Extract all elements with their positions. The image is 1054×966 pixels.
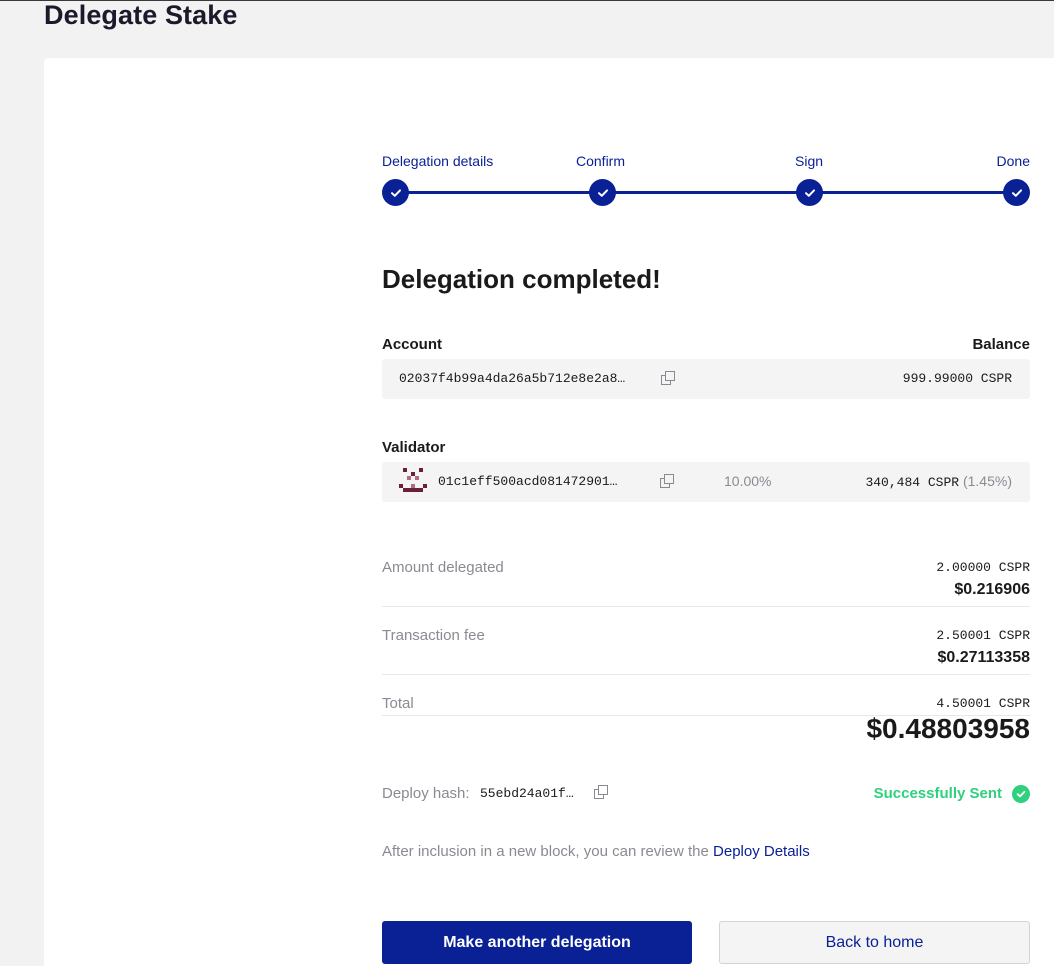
amount-delegated-label: Amount delegated [382, 559, 504, 576]
balance-label: Balance [972, 336, 1030, 353]
step-check-icon [1003, 179, 1030, 206]
total-value: 4.50001 CSPR $0.48803958 [866, 696, 1030, 745]
amount-delegated-cspr: 2.00000 CSPR [936, 560, 1030, 575]
copy-icon[interactable] [594, 785, 608, 799]
transaction-fee-usd: $0.27113358 [937, 649, 1030, 666]
validator-stake-amount: 340,484 CSPR [865, 475, 960, 490]
amount-delegated-usd: $0.216906 [954, 581, 1030, 598]
stepper-progress-line [396, 191, 1016, 194]
copy-icon[interactable] [661, 371, 675, 385]
amount-delegated-value: 2.00000 CSPR $0.216906 [936, 560, 1030, 599]
divider [382, 674, 1030, 675]
total-cspr: 4.50001 CSPR [936, 696, 1030, 711]
total-label: Total [382, 695, 414, 712]
page-title: Delegate Stake [44, 0, 238, 30]
validator-public-key: 01c1eff500acd081472901… [438, 474, 618, 489]
validator-label: Validator [382, 439, 446, 456]
account-row: 02037f4b99a4da26a5b712e8e2a8… 999.99000 … [382, 359, 1030, 399]
step-label-sign: Sign [795, 153, 824, 169]
transaction-fee-cspr: 2.50001 CSPR [936, 628, 1030, 643]
deploy-details-link[interactable]: Deploy Details [713, 843, 810, 860]
step-check-icon [589, 179, 616, 206]
account-label: Account [382, 336, 442, 353]
deploy-hash-label: Deploy hash: [382, 785, 470, 802]
validator-stake-share: (1.45%) [962, 473, 1012, 489]
back-to-home-button[interactable]: Back to home [719, 921, 1030, 964]
copy-icon[interactable] [660, 474, 674, 488]
step-check-icon [382, 179, 409, 206]
transaction-fee-label: Transaction fee [382, 627, 485, 644]
make-another-delegation-button[interactable]: Make another delegation [382, 921, 692, 964]
deploy-hash-value: 55ebd24a01f… [480, 786, 574, 801]
total-usd: $0.48803958 [866, 713, 1030, 744]
validator-avatar [399, 468, 427, 492]
account-public-key: 02037f4b99a4da26a5b712e8e2a8… [399, 371, 626, 386]
validator-stake: 340,484 CSPR (1.45%) [865, 473, 1012, 490]
divider [382, 606, 1030, 607]
deploy-status: Successfully Sent [873, 785, 1002, 802]
step-check-icon [796, 179, 823, 206]
transaction-fee-value: 2.50001 CSPR $0.27113358 [936, 628, 1030, 667]
account-balance: 999.99000 CSPR [902, 371, 1012, 386]
validator-row: 01c1eff500acd081472901… 10.00% 340,484 C… [382, 462, 1030, 502]
success-check-icon [1012, 785, 1030, 803]
step-label-delegation-details: Delegation details [382, 153, 494, 169]
deploy-info-text: After inclusion in a new block, you can … [382, 843, 709, 860]
progress-stepper: Delegation details Confirm Sign Done [382, 150, 1030, 210]
validator-commission: 10.00% [724, 473, 772, 489]
step-label-confirm: Confirm [576, 153, 626, 169]
step-label-done: Done [996, 153, 1030, 169]
completion-heading: Delegation completed! [382, 264, 661, 294]
deploy-info: After inclusion in a new block, you can … [382, 843, 810, 860]
